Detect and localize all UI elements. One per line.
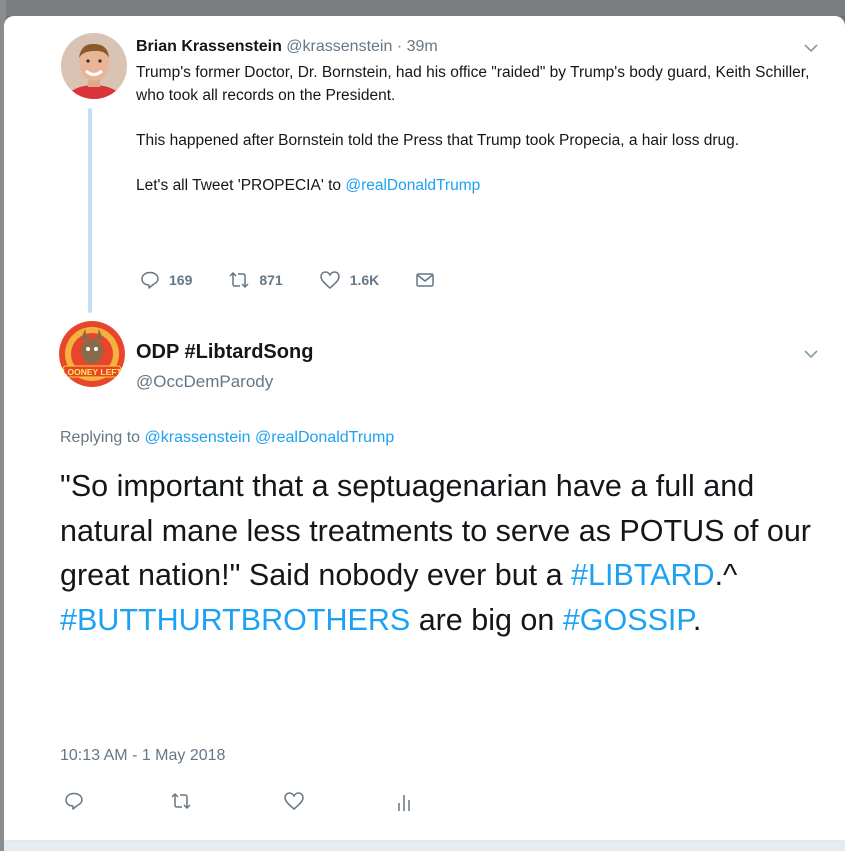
chevron-down-icon[interactable] xyxy=(803,40,819,56)
tweet2-actions xyxy=(60,791,440,819)
mention-realdonaldtrump[interactable]: @realDonaldTrump xyxy=(345,177,480,194)
modal-footer-bar xyxy=(4,840,845,851)
hashtag-libtard[interactable]: #LIBTARD xyxy=(571,558,715,592)
tweet1-handle[interactable]: @krassenstein xyxy=(286,38,392,55)
tweet2-text-part-3: are big on xyxy=(410,602,563,637)
envelope-icon xyxy=(416,273,435,287)
avatar-lettering: LOONEY LEFT xyxy=(62,367,122,377)
thread-line xyxy=(88,108,92,313)
tweet1-separator: · xyxy=(396,38,403,55)
tweet2-handle[interactable]: @OccDemParody xyxy=(136,372,273,392)
like-count: 1.6K xyxy=(349,272,380,288)
tweet1-actions: 169 871 1.6K xyxy=(140,270,480,290)
mention-realdonaldtrump[interactable]: @realDonaldTrump xyxy=(255,429,394,446)
avatar-occdemparody[interactable]: LOONEY LEFT xyxy=(59,321,125,387)
direct-message-button[interactable] xyxy=(415,271,444,289)
retweet-button[interactable]: 871 xyxy=(228,270,283,290)
reply-icon[interactable] xyxy=(64,791,84,811)
replying-to: Replying to @krassenstein @realDonaldTru… xyxy=(60,429,394,447)
tweet1-author-name[interactable]: Brian Krassenstein xyxy=(136,38,282,55)
replying-to-label: Replying to xyxy=(60,429,145,446)
reply-button[interactable]: 169 xyxy=(140,270,192,290)
reply-icon xyxy=(141,271,159,289)
hashtag-butthurtbrothers[interactable]: #BUTTHURTBROTHERS xyxy=(60,603,410,637)
tweet1-header: Brian Krassenstein @krassenstein · 39m xyxy=(136,38,438,56)
tweet2-author-name[interactable]: ODP #LibtardSong xyxy=(136,341,313,364)
tweet1-paragraph-3: Let's all Tweet 'PROPECIA' to @realDonal… xyxy=(136,174,816,197)
tweet1-text: Trump's former Doctor, Dr. Bornstein, ha… xyxy=(136,61,816,219)
retweet-icon[interactable] xyxy=(170,791,192,811)
tweet1-paragraph-3-text: Let's all Tweet 'PROPECIA' to xyxy=(136,177,346,194)
tweet2-text-part-2: .^ xyxy=(714,558,738,592)
hashtag-gossip[interactable]: #GOSSIP xyxy=(563,603,693,637)
mention-krassenstein[interactable]: @krassenstein xyxy=(145,429,251,446)
analytics-icon[interactable] xyxy=(395,791,413,813)
tweet1-paragraph-1: Trump's former Doctor, Dr. Bornstein, ha… xyxy=(136,64,810,104)
retweet-count: 871 xyxy=(259,272,283,288)
tweet2-text-part-4: . xyxy=(692,602,702,637)
tweet1-paragraph-2: This happened after Bornstein told the P… xyxy=(136,132,740,149)
backdrop xyxy=(0,0,845,16)
heart-icon xyxy=(319,271,340,289)
avatar-krassenstein[interactable] xyxy=(61,33,127,99)
like-button[interactable]: 1.6K xyxy=(319,270,380,290)
tweet2-text: "So important that a septuagenarian have… xyxy=(60,464,820,642)
tweet2-timestamp[interactable]: 10:13 AM - 1 May 2018 xyxy=(60,747,225,765)
reply-count: 169 xyxy=(169,272,193,288)
heart-icon[interactable] xyxy=(283,791,305,811)
tweet1-time[interactable]: 39m xyxy=(407,38,438,55)
chevron-down-icon[interactable] xyxy=(803,346,819,362)
tweet-modal: Brian Krassenstein @krassenstein · 39m T… xyxy=(4,16,845,851)
retweet-icon xyxy=(229,271,249,289)
